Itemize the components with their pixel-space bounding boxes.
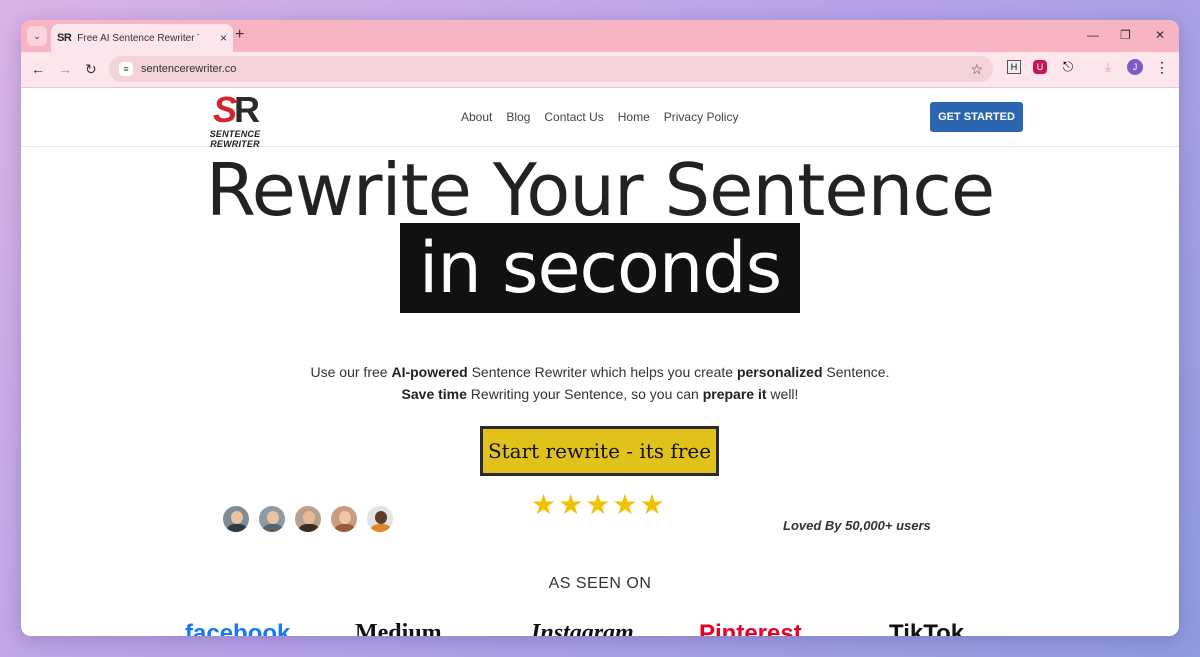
avatar xyxy=(257,504,287,534)
tab-title: Free AI Sentence Rewriter Tool xyxy=(77,32,199,44)
back-icon[interactable]: ← xyxy=(31,62,45,76)
nav-contact[interactable]: Contact Us xyxy=(544,110,603,124)
web-page: SR SENTENCE REWRITER About Blog Contact … xyxy=(21,88,1179,636)
avatar xyxy=(293,504,323,534)
nav-blog[interactable]: Blog xyxy=(506,110,530,124)
tab-active[interactable]: SR Free AI Sentence Rewriter Tool × xyxy=(51,24,233,52)
nav-privacy[interactable]: Privacy Policy xyxy=(664,110,739,124)
star-icon: ★ xyxy=(612,489,638,520)
close-window-icon[interactable]: ✕ xyxy=(1155,28,1165,42)
ublock-shield-icon[interactable]: U xyxy=(1033,60,1047,74)
user-avatars xyxy=(221,504,395,534)
restore-icon[interactable]: ❐ xyxy=(1120,28,1131,42)
star-icon: ★ xyxy=(531,489,557,520)
hero-highlight: in seconds xyxy=(400,223,800,313)
browser-window: ⌄ SR Free AI Sentence Rewriter Tool × + … xyxy=(21,20,1179,636)
star-icon: ★ xyxy=(639,489,665,520)
forward-icon[interactable]: → xyxy=(58,62,72,76)
url-text: sentencerewriter.co xyxy=(141,63,237,75)
download-icon[interactable]: ⤓ xyxy=(1101,59,1115,74)
rating-stars: ★ ★ ★ ★ ★ xyxy=(531,490,665,520)
star-icon: ★ xyxy=(585,489,611,520)
bookmark-star-icon[interactable]: ☆ xyxy=(970,61,983,78)
nav-about[interactable]: About xyxy=(461,110,492,124)
extension-h-icon[interactable]: H xyxy=(1007,60,1021,74)
as-seen-on-heading: AS SEEN ON xyxy=(548,575,652,592)
brand-pinterest: Pinterest xyxy=(699,620,802,636)
site-logo[interactable]: SR SENTENCE REWRITER xyxy=(187,89,283,150)
reload-icon[interactable]: ↻ xyxy=(85,62,97,76)
chevron-down-icon: ⌄ xyxy=(33,30,41,41)
new-tab-button[interactable]: + xyxy=(235,26,244,44)
extensions-puzzle-icon[interactable]: ⎋ xyxy=(1061,59,1075,74)
favicon-icon: SR xyxy=(57,32,72,44)
tab-strip: ⌄ SR Free AI Sentence Rewriter Tool × + … xyxy=(21,20,1179,52)
address-bar[interactable]: ≡ sentencerewriter.co ☆ xyxy=(109,56,993,82)
main-nav: About Blog Contact Us Home Privacy Polic… xyxy=(461,110,738,124)
avatar xyxy=(365,504,395,534)
nav-home[interactable]: Home xyxy=(618,110,650,124)
menu-kebab-icon[interactable]: ⋮ xyxy=(1155,59,1169,75)
brand-facebook: facebook xyxy=(185,620,291,636)
close-tab-icon[interactable]: × xyxy=(220,31,227,45)
avatar xyxy=(221,504,251,534)
hero-title: Rewrite Your Sentence xyxy=(205,148,995,232)
site-header: SR SENTENCE REWRITER About Blog Contact … xyxy=(21,88,1179,150)
site-info-icon[interactable]: ≡ xyxy=(119,62,133,76)
start-rewrite-button[interactable]: Start rewrite - its free xyxy=(480,426,719,476)
brand-tiktok: TikTok xyxy=(889,620,965,636)
brand-medium: Medium xyxy=(355,620,442,636)
avatar xyxy=(329,504,359,534)
browser-toolbar: ← → ↻ ≡ sentencerewriter.co ☆ H U ⎋ ⤓ J … xyxy=(21,52,1179,88)
profile-avatar[interactable]: J xyxy=(1127,59,1143,75)
minimize-icon[interactable]: — xyxy=(1087,28,1099,42)
brand-instagram: Instagram xyxy=(531,620,634,636)
logo-mark: SR xyxy=(212,89,260,130)
logo-tagline: SENTENCE REWRITER xyxy=(209,129,261,149)
get-started-button[interactable]: GET STARTED xyxy=(930,102,1023,132)
tab-search-button[interactable]: ⌄ xyxy=(27,26,47,46)
star-icon: ★ xyxy=(558,489,584,520)
loved-by-text: Loved By 50,000+ users xyxy=(783,518,931,533)
hero-subtitle: Use our free AI-powered Sentence Rewrite… xyxy=(310,364,890,402)
